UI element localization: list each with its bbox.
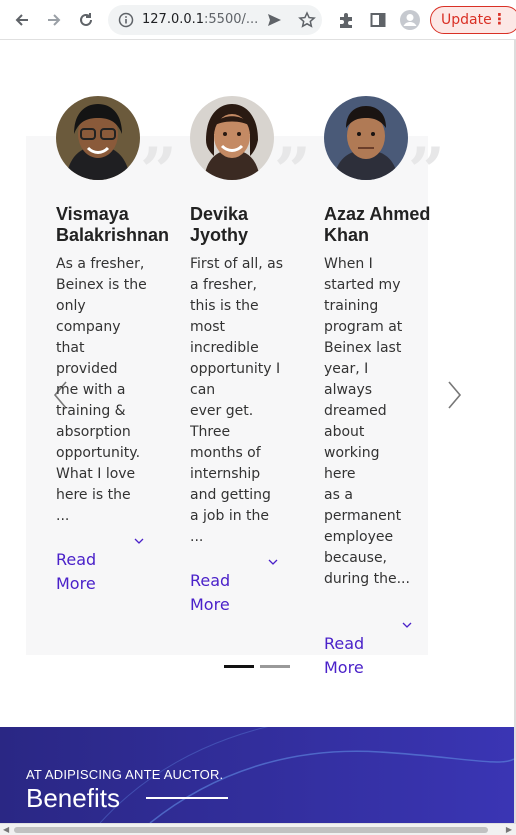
- quote-icon: ”: [140, 134, 177, 209]
- testimonial-name: Vismaya Balakrishnan: [56, 204, 170, 245]
- avatar: [56, 96, 140, 180]
- read-more-label: Read More: [190, 571, 231, 614]
- scrollbar-thumb[interactable]: [14, 827, 488, 833]
- extensions-icon[interactable]: [334, 8, 358, 32]
- avatar: [324, 96, 408, 180]
- read-more-link[interactable]: Read More: [56, 524, 152, 620]
- carousel-dot-active[interactable]: [224, 665, 254, 668]
- reload-icon[interactable]: [74, 8, 98, 32]
- read-more-link[interactable]: Read More: [324, 608, 420, 704]
- star-icon[interactable]: [298, 11, 316, 33]
- address-bar[interactable]: 127.0.0.1:5500/...: [108, 5, 322, 35]
- sidepanel-icon[interactable]: [366, 8, 390, 32]
- chevron-down-icon: [402, 622, 412, 628]
- share-icon[interactable]: [266, 12, 282, 32]
- read-more-label: Read More: [324, 634, 365, 677]
- horizontal-scrollbar[interactable]: ◀ ▶: [0, 823, 516, 835]
- url-host: 127.0.0.1: [142, 12, 205, 27]
- title-underline: [146, 797, 228, 799]
- benefits-title: Benefits: [26, 783, 120, 813]
- read-more-label: Read More: [56, 550, 97, 593]
- read-more-link[interactable]: Read More: [190, 545, 286, 641]
- testimonial-name: Azaz Ahmed Khan: [324, 204, 431, 245]
- testimonial-card: ” Devika Jyothy First of all, as a fresh…: [190, 96, 324, 614]
- avatar: [190, 96, 274, 180]
- scroll-right-icon[interactable]: ▶: [506, 825, 512, 834]
- profile-icon[interactable]: [398, 8, 422, 32]
- testimonial-text: As a fresher, Beinex is the only company…: [56, 256, 147, 524]
- testimonial-name: Devika Jyothy: [190, 204, 249, 245]
- testimonial-text: First of all, as a fresher, this is the …: [190, 256, 283, 545]
- url-path: :5500/...: [204, 12, 259, 27]
- back-icon[interactable]: [10, 8, 34, 32]
- update-button[interactable]: Update ⋮: [430, 6, 516, 34]
- quote-icon: ”: [274, 134, 311, 209]
- testimonial-card: ” Vismaya Balakrishnan As a fresher, Bei…: [56, 96, 190, 593]
- benefits-banner: AT ADIPISCING ANTE AUCTOR. Benefits: [0, 727, 514, 823]
- chevron-down-icon: [134, 538, 144, 544]
- browser-toolbar: 127.0.0.1:5500/... Update ⋮: [0, 0, 516, 40]
- forward-icon[interactable]: [42, 8, 66, 32]
- carousel-pagination: [224, 665, 290, 668]
- menu-icon[interactable]: ⋮: [492, 10, 507, 28]
- update-label: Update: [441, 12, 492, 28]
- testimonial-text: When I started my training program at Be…: [324, 256, 410, 587]
- testimonial-card: ” Azaz Ahmed Khan When I started my trai…: [324, 96, 458, 677]
- url-text[interactable]: 127.0.0.1:5500/...: [142, 12, 258, 27]
- quote-icon: ”: [408, 134, 445, 209]
- scroll-left-icon[interactable]: ◀: [3, 825, 9, 834]
- chevron-down-icon: [268, 559, 278, 565]
- info-icon[interactable]: [118, 12, 134, 32]
- benefits-kicker: AT ADIPISCING ANTE AUCTOR.: [26, 767, 224, 782]
- carousel-dot[interactable]: [260, 665, 290, 668]
